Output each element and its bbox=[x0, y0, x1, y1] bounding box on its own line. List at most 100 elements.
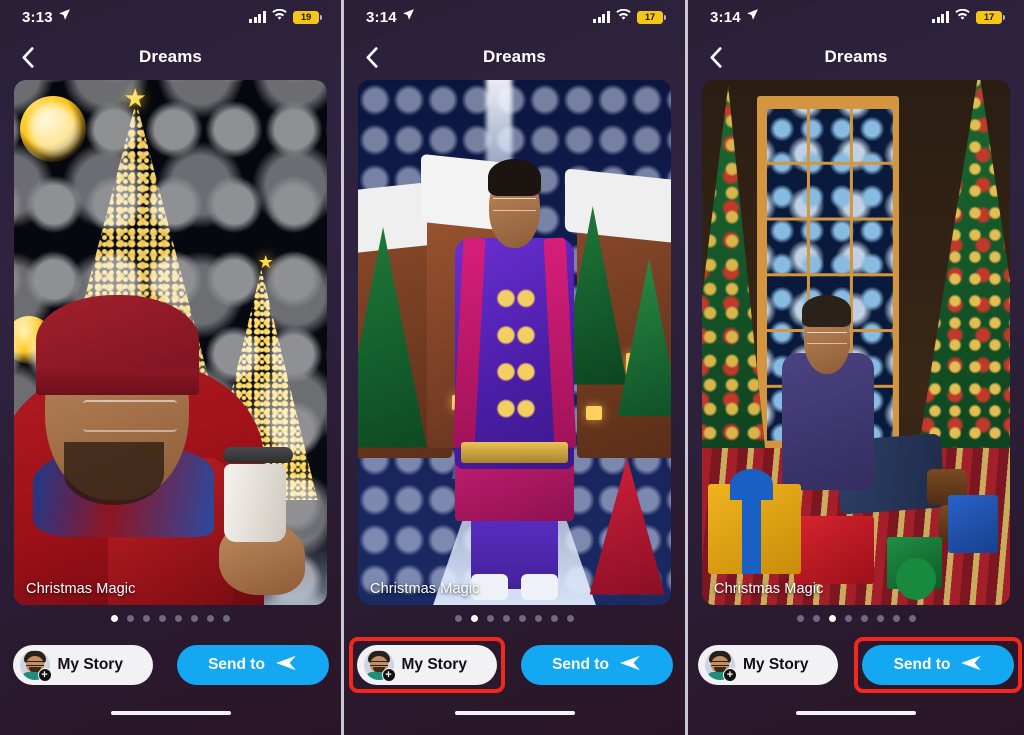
location-arrow-icon bbox=[58, 8, 71, 26]
bitmoji-avatar-icon: + bbox=[705, 650, 737, 682]
send-to-highlight: Send to bbox=[854, 637, 1022, 693]
generated-image-card[interactable]: ★ ★ bbox=[14, 80, 327, 605]
carousel-dot[interactable] bbox=[908, 614, 916, 622]
status-time: 3:14 bbox=[366, 8, 397, 26]
add-to-story-badge: + bbox=[381, 668, 396, 682]
artwork-gingerbread-village-prince bbox=[358, 80, 671, 605]
phone-screen-panel-1: 3:13 19 Dreams Christmas Magic + My Stor… bbox=[0, 0, 341, 735]
generated-image-card[interactable]: Christmas Magic bbox=[702, 80, 1010, 605]
home-indicator-area bbox=[344, 693, 685, 733]
status-indicators: 19 bbox=[249, 8, 322, 26]
wifi-icon bbox=[616, 8, 631, 26]
carousel-dot[interactable] bbox=[503, 614, 510, 622]
add-to-story-badge: + bbox=[37, 668, 52, 682]
carousel-dot[interactable] bbox=[127, 614, 134, 622]
wifi-icon bbox=[272, 8, 287, 26]
carousel-dot[interactable] bbox=[567, 614, 574, 622]
home-indicator-area bbox=[688, 693, 1024, 733]
send-to-label: Send to bbox=[552, 656, 609, 673]
my-story-button[interactable]: + My Story bbox=[12, 645, 153, 685]
carousel-dot[interactable] bbox=[207, 614, 214, 622]
send-to-label: Send to bbox=[208, 656, 265, 673]
phone-screen-panel-3: 3:14 17 Dreams Christmas Magic + My Stor… bbox=[688, 0, 1024, 735]
location-arrow-icon bbox=[402, 8, 415, 26]
carousel-dot[interactable] bbox=[143, 614, 150, 622]
phone-screen-panel-2: 3:14 17 Dreams Christmas Magic + My Stor… bbox=[344, 0, 685, 735]
nav-bar: Dreams bbox=[344, 34, 685, 80]
media-card-wrap: ★ ★ bbox=[0, 80, 341, 605]
carousel-dot[interactable] bbox=[159, 614, 166, 622]
bitmoji-avatar-icon: + bbox=[19, 650, 52, 682]
page-title: Dreams bbox=[139, 47, 202, 66]
home-indicator[interactable] bbox=[454, 710, 575, 716]
battery-level: 17 bbox=[644, 11, 656, 23]
image-caption: Christmas Magic bbox=[26, 581, 136, 597]
status-time: 3:14 bbox=[710, 8, 741, 26]
my-story-label: My Story bbox=[401, 656, 467, 673]
status-bar: 3:13 19 bbox=[0, 0, 341, 34]
send-to-highlight: Send to bbox=[516, 640, 678, 690]
back-button[interactable] bbox=[358, 44, 384, 70]
back-button[interactable] bbox=[702, 44, 728, 70]
artwork-living-room-gifts bbox=[702, 80, 1010, 605]
carousel-dot[interactable] bbox=[471, 614, 478, 622]
send-to-label: Send to bbox=[893, 656, 951, 673]
action-bar: + My Story Send to bbox=[0, 631, 341, 693]
my-story-label: My Story bbox=[57, 656, 123, 673]
nav-bar: Dreams bbox=[0, 34, 341, 80]
cellular-bars-icon bbox=[249, 11, 266, 23]
battery-icon: 17 bbox=[637, 10, 666, 24]
carousel-dot[interactable] bbox=[519, 614, 526, 622]
bitmoji-avatar-icon: + bbox=[363, 650, 396, 682]
my-story-highlight: + My Story bbox=[348, 637, 505, 693]
action-bar: + My Story Send to bbox=[344, 631, 685, 693]
carousel-dots[interactable] bbox=[688, 605, 1024, 631]
page-title: Dreams bbox=[483, 47, 546, 66]
battery-icon: 17 bbox=[976, 10, 1005, 24]
home-indicator-area bbox=[0, 693, 341, 733]
carousel-dot[interactable] bbox=[223, 614, 230, 622]
carousel-dot[interactable] bbox=[892, 614, 900, 622]
carousel-dot[interactable] bbox=[535, 614, 542, 622]
my-story-button[interactable]: + My Story bbox=[356, 645, 497, 685]
carousel-dots[interactable] bbox=[344, 605, 685, 631]
status-bar: 3:14 17 bbox=[688, 0, 1024, 34]
back-button[interactable] bbox=[14, 44, 40, 70]
artwork-christmas-trees-man-coffee: ★ ★ bbox=[14, 80, 327, 605]
send-to-highlight: Send to bbox=[172, 640, 334, 690]
generated-image-card[interactable]: Christmas Magic bbox=[358, 80, 671, 605]
wifi-icon bbox=[955, 8, 970, 26]
carousel-dot[interactable] bbox=[812, 614, 820, 622]
carousel-dot[interactable] bbox=[860, 614, 868, 622]
send-to-button[interactable]: Send to bbox=[520, 645, 673, 685]
status-indicators: 17 bbox=[593, 8, 666, 26]
carousel-dot[interactable] bbox=[876, 614, 884, 622]
media-card-wrap: Christmas Magic bbox=[688, 80, 1024, 605]
add-to-story-badge: + bbox=[723, 668, 737, 682]
battery-icon: 19 bbox=[293, 10, 322, 24]
home-indicator[interactable] bbox=[110, 710, 231, 716]
my-story-highlight: + My Story bbox=[8, 640, 158, 690]
carousel-dot[interactable] bbox=[796, 614, 804, 622]
carousel-dot[interactable] bbox=[111, 614, 118, 622]
my-story-button[interactable]: + My Story bbox=[698, 645, 838, 685]
carousel-dot[interactable] bbox=[551, 614, 558, 622]
paper-plane-icon bbox=[960, 654, 982, 677]
carousel-dot[interactable] bbox=[191, 614, 198, 622]
send-to-button[interactable]: Send to bbox=[862, 645, 1014, 685]
location-arrow-icon bbox=[746, 8, 759, 26]
carousel-dot[interactable] bbox=[844, 614, 852, 622]
home-indicator[interactable] bbox=[796, 710, 916, 716]
nav-bar: Dreams bbox=[688, 34, 1024, 80]
carousel-dots[interactable] bbox=[0, 605, 341, 631]
my-story-label: My Story bbox=[743, 656, 809, 673]
image-caption: Christmas Magic bbox=[370, 581, 480, 597]
send-to-button[interactable]: Send to bbox=[176, 645, 329, 685]
status-time: 3:13 bbox=[22, 8, 53, 26]
carousel-dot[interactable] bbox=[487, 614, 494, 622]
carousel-dot[interactable] bbox=[828, 614, 836, 622]
carousel-dot[interactable] bbox=[175, 614, 182, 622]
carousel-dot[interactable] bbox=[455, 614, 462, 622]
status-bar: 3:14 17 bbox=[344, 0, 685, 34]
battery-level: 19 bbox=[300, 11, 312, 23]
